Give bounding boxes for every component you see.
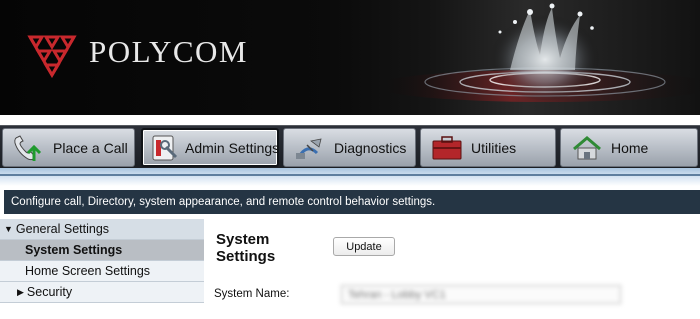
sidebar-group-general-settings[interactable]: ▼ General Settings <box>0 219 204 240</box>
polycom-logo-icon <box>27 35 77 78</box>
nav-diagnostics[interactable]: Diagnostics <box>283 128 416 167</box>
brand-name: POLYCOM <box>89 34 248 69</box>
home-icon <box>567 133 607 163</box>
diagnostics-icon <box>290 133 330 163</box>
admin-settings-icon <box>149 133 181 163</box>
nav-underline <box>0 168 700 186</box>
sidebar-item-label: Home Screen Settings <box>25 264 151 278</box>
nav-diagnostics-label: Diagnostics <box>334 139 407 156</box>
sidebar-item-home-screen-settings[interactable]: Home Screen Settings <box>0 261 204 282</box>
banner-divider <box>0 115 700 125</box>
phone-call-icon <box>9 133 49 163</box>
nav-admin-settings[interactable]: Admin Settings <box>141 128 279 167</box>
system-name-label: System Name: <box>214 288 290 300</box>
triangle-right-icon: ▶ <box>17 286 24 297</box>
nav-admin-settings-label: Admin Settings <box>185 139 280 156</box>
nav-utilities-label: Utilities <box>471 139 517 156</box>
system-name-input[interactable] <box>341 285 621 304</box>
triangle-down-icon: ▼ <box>4 224 13 234</box>
sidebar-item-label: System Settings <box>25 243 123 257</box>
header-banner: POLYCOM <box>0 0 700 115</box>
nav-place-a-call-label: Place a Call <box>53 139 128 156</box>
sidebar-item-label: Security <box>26 285 73 299</box>
page-description: Configure call, Directory, system appear… <box>4 190 700 214</box>
update-button[interactable]: Update <box>333 237 395 256</box>
water-splash-image <box>375 3 700 102</box>
utilities-icon <box>427 133 467 163</box>
sidebar-group-label: General Settings <box>15 222 110 236</box>
settings-sidebar: ▼ General Settings System Settings Home … <box>0 219 204 319</box>
nav-utilities[interactable]: Utilities <box>420 128 556 167</box>
page-title: System Settings <box>216 231 276 265</box>
sidebar-item-system-settings[interactable]: System Settings <box>0 240 204 261</box>
sidebar-item-security[interactable]: ▶ Security <box>0 282 204 303</box>
main-nav: Place a Call Admin Settings Diagnostics <box>0 125 700 168</box>
nav-home[interactable]: Home <box>560 128 698 167</box>
nav-home-label: Home <box>611 139 649 156</box>
nav-place-a-call[interactable]: Place a Call <box>2 128 135 167</box>
